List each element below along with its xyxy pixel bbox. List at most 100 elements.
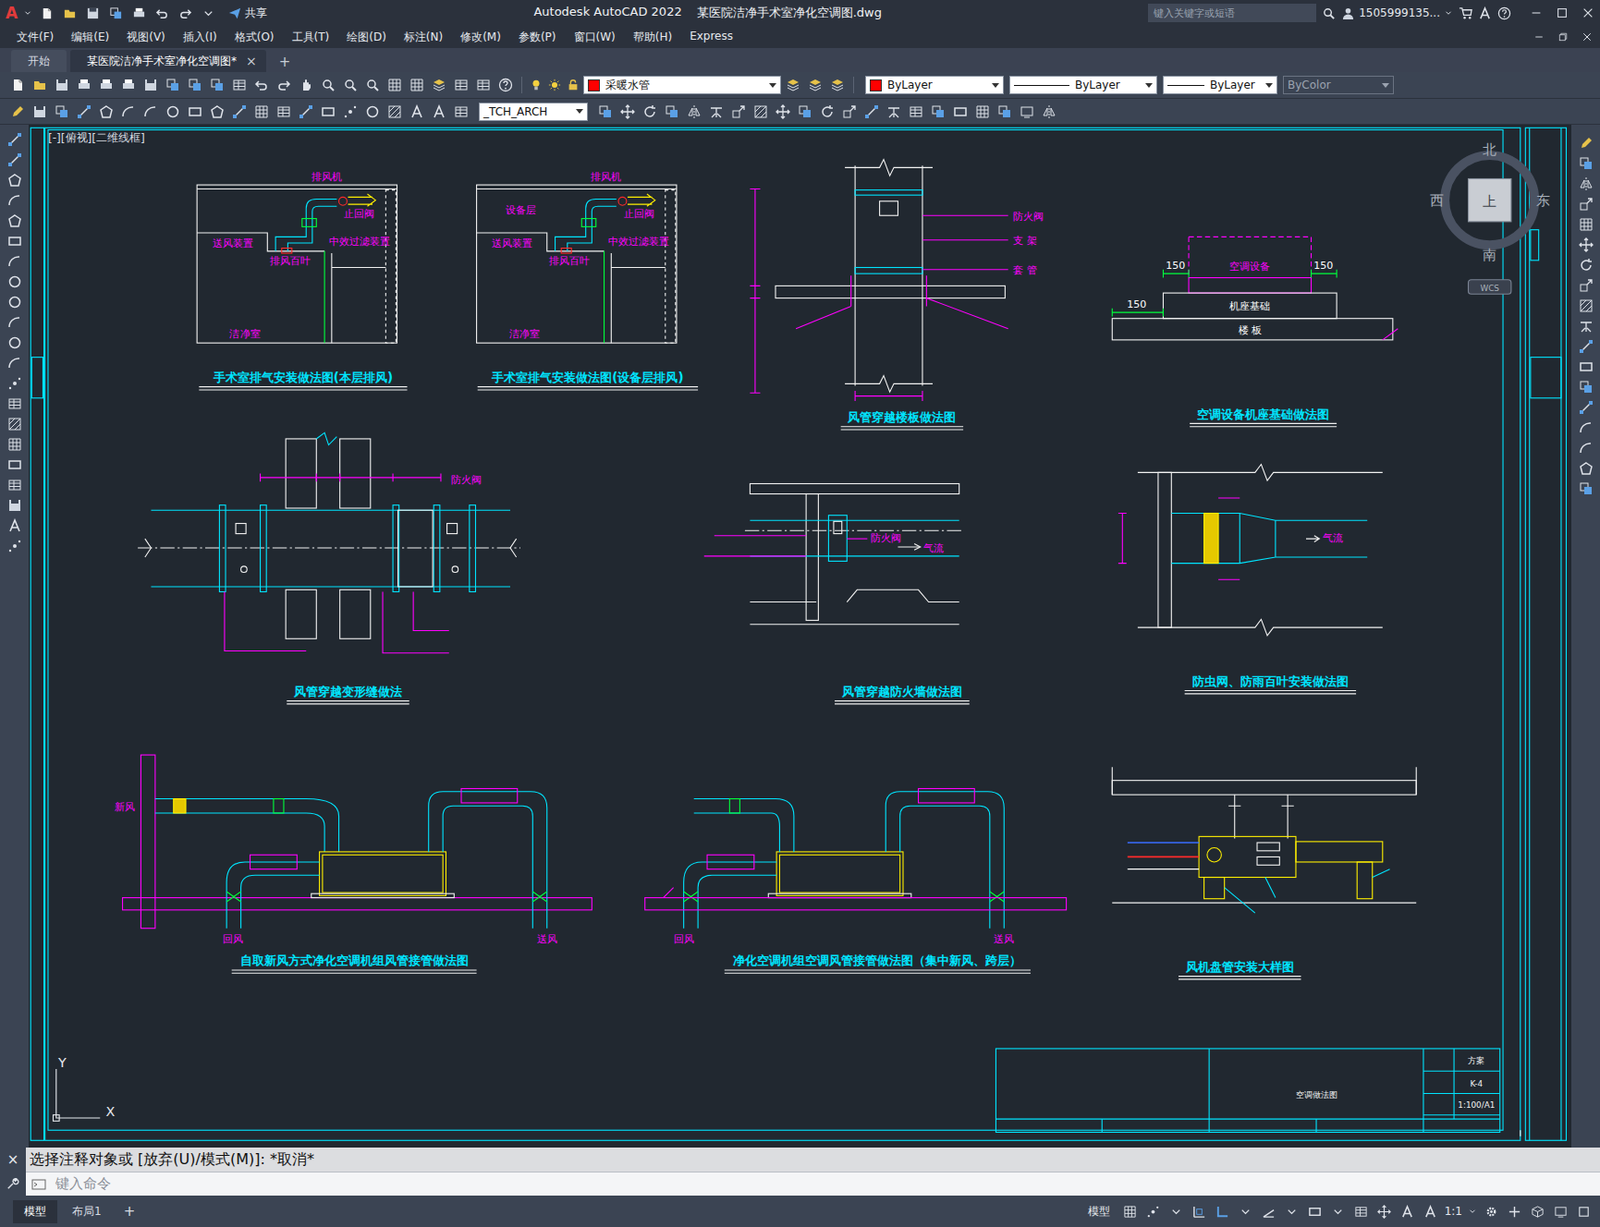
sheet-icon[interactable] [39, 6, 54, 21]
scale-icon[interactable] [842, 104, 857, 120]
dot-icon[interactable] [7, 538, 23, 554]
command-close-button[interactable]: × [7, 1151, 20, 1169]
print-icon[interactable] [76, 77, 92, 93]
send-icon[interactable] [228, 6, 242, 20]
lock-icon[interactable] [566, 78, 580, 92]
zoom-icon[interactable] [1321, 6, 1336, 21]
lineweight-dropdown[interactable]: ByLayer [1162, 75, 1278, 95]
min-icon[interactable] [1533, 31, 1545, 43]
arc-icon[interactable] [7, 193, 23, 208]
search-field[interactable]: 键入关键字或短语 [1148, 3, 1317, 23]
rotate-icon[interactable] [819, 104, 835, 120]
mirror-icon[interactable] [1578, 176, 1594, 192]
hatch-icon[interactable] [753, 104, 769, 120]
prompt-icon[interactable] [31, 1177, 47, 1193]
menu-item[interactable]: 修改(M) [460, 29, 501, 46]
add-layout-button[interactable]: + [116, 1203, 144, 1221]
document-tab[interactable]: 开始 [11, 49, 67, 73]
table-icon[interactable] [7, 477, 23, 493]
max-icon[interactable] [1555, 6, 1569, 20]
command-input[interactable]: 键入命令 [0, 1172, 1600, 1197]
copy-icon[interactable] [997, 104, 1013, 120]
rect-icon[interactable] [1307, 1205, 1322, 1220]
copy-icon[interactable] [930, 104, 946, 120]
model-space-button[interactable]: 模型 [1087, 1204, 1111, 1221]
pan-icon[interactable] [298, 77, 314, 93]
copy-icon[interactable] [1578, 481, 1594, 497]
menu-item[interactable]: Express [689, 29, 733, 46]
print-icon[interactable] [121, 77, 136, 93]
copy-icon[interactable] [165, 77, 181, 93]
menu-item[interactable]: 帮助(H) [633, 29, 672, 46]
trim-icon[interactable] [1578, 318, 1594, 334]
rect-icon[interactable] [7, 233, 23, 249]
rect-icon[interactable] [952, 104, 968, 120]
restore-icon[interactable] [1557, 31, 1569, 43]
print-icon[interactable] [132, 6, 147, 21]
disk-icon[interactable] [143, 77, 159, 93]
circle-icon[interactable] [7, 335, 23, 351]
copy-icon[interactable] [1578, 156, 1594, 171]
ortho-icon[interactable] [1215, 1205, 1230, 1220]
linetype-dropdown[interactable]: ByLayer [1009, 75, 1158, 95]
circle-icon[interactable] [165, 104, 181, 120]
poly-icon[interactable] [7, 172, 23, 188]
line-icon[interactable] [232, 104, 247, 120]
sheet-icon[interactable] [10, 77, 25, 93]
chevron-icon[interactable] [23, 8, 33, 18]
zoom-icon[interactable] [320, 77, 336, 93]
pencil-icon[interactable] [10, 104, 25, 120]
menu-item[interactable]: 编辑(E) [71, 29, 110, 46]
menu-item[interactable]: 插入(I) [183, 29, 218, 46]
chevron-icon[interactable] [1443, 8, 1454, 18]
scale-icon[interactable] [731, 104, 746, 120]
undo-icon[interactable] [155, 6, 170, 21]
line-icon[interactable] [1578, 400, 1594, 416]
letter-icon[interactable] [1400, 1205, 1415, 1220]
min-icon[interactable] [1529, 6, 1543, 20]
letter-icon[interactable] [409, 104, 425, 120]
chevron-icon[interactable] [1169, 1205, 1184, 1220]
table-icon[interactable] [276, 104, 292, 120]
table-icon[interactable] [1354, 1205, 1368, 1220]
undo-icon[interactable] [254, 77, 269, 93]
copy-icon[interactable] [797, 104, 813, 120]
zoom-icon[interactable] [365, 77, 380, 93]
menu-item[interactable]: 绘图(D) [346, 29, 387, 46]
table-icon[interactable] [7, 396, 23, 412]
view-cube[interactable]: 上北南西东WCS [1429, 141, 1551, 294]
dot-icon[interactable] [7, 376, 23, 391]
help-icon[interactable] [1497, 6, 1512, 21]
arc-icon[interactable] [1578, 440, 1594, 456]
letter-icon[interactable] [7, 518, 23, 534]
move-icon[interactable] [1377, 1205, 1392, 1220]
screen-icon[interactable] [1019, 104, 1035, 120]
hatch-icon[interactable] [7, 416, 23, 432]
menu-item[interactable]: 窗口(W) [574, 29, 616, 46]
text-style-dropdown[interactable]: _TCH_ARCH [478, 102, 588, 122]
copy-icon[interactable] [187, 77, 203, 93]
gear-icon[interactable] [1484, 1205, 1499, 1220]
print-icon[interactable] [98, 77, 114, 93]
menu-item[interactable]: 文件(F) [16, 29, 54, 46]
disk-icon[interactable] [7, 498, 23, 513]
chevron-icon[interactable] [1467, 1207, 1478, 1217]
rect-icon[interactable] [7, 457, 23, 473]
menu-item[interactable]: 工具(T) [292, 29, 330, 46]
arc-icon[interactable] [121, 104, 136, 120]
grid-icon[interactable] [409, 77, 425, 93]
poly-icon[interactable] [209, 104, 225, 120]
poly-icon[interactable] [1578, 461, 1594, 477]
letter-icon[interactable] [1477, 6, 1492, 21]
scale-icon[interactable] [1578, 278, 1594, 294]
line-icon[interactable] [7, 152, 23, 168]
trim-icon[interactable] [886, 104, 902, 120]
copy-icon[interactable] [109, 6, 123, 21]
table-icon[interactable] [232, 77, 247, 93]
user-icon[interactable] [1341, 6, 1356, 21]
layers-icon[interactable] [830, 77, 845, 93]
close-icon[interactable] [1581, 6, 1595, 20]
circle-icon[interactable] [7, 294, 23, 310]
copy-icon[interactable] [1578, 379, 1594, 395]
circle-icon[interactable] [365, 104, 380, 120]
